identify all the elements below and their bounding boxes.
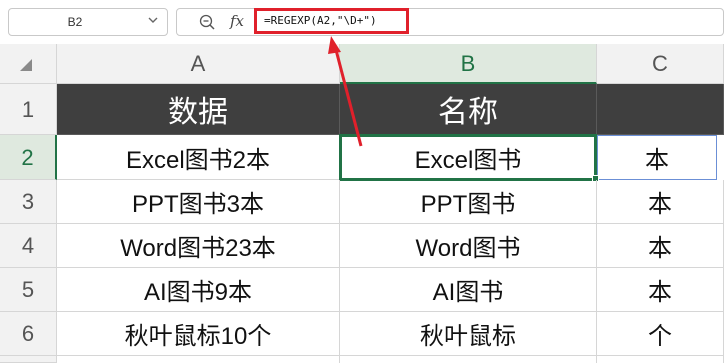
cell-b6[interactable]: 秋叶鼠标: [340, 312, 597, 356]
header-cell-c1[interactable]: [597, 84, 724, 135]
cell-c7[interactable]: [597, 356, 724, 363]
zoom-icon[interactable]: [198, 13, 216, 31]
cell-a3[interactable]: PPT图书3本: [57, 180, 340, 224]
cell-a4[interactable]: Word图书23本: [57, 224, 340, 268]
cell-c6[interactable]: 个: [597, 312, 724, 356]
cell-a5[interactable]: AI图书9本: [57, 268, 340, 312]
row-header-5[interactable]: 5: [0, 268, 57, 312]
cell-b5[interactable]: AI图书: [340, 268, 597, 312]
select-all-icon: [20, 59, 32, 71]
row-header-4[interactable]: 4: [0, 224, 57, 268]
row-header-7[interactable]: [0, 356, 57, 363]
cell-a6[interactable]: 秋叶鼠标10个: [57, 312, 340, 356]
cell-c3[interactable]: 本: [597, 180, 724, 224]
cell-a7[interactable]: [57, 356, 340, 363]
header-cell-a1[interactable]: 数据: [57, 84, 340, 135]
cell-b3[interactable]: PPT图书: [340, 180, 597, 224]
name-box-value: B2: [67, 15, 83, 29]
row-header-6[interactable]: 6: [0, 312, 57, 356]
cell-b4[interactable]: Word图书: [340, 224, 597, 268]
row-header-1[interactable]: 1: [0, 84, 57, 135]
column-header-c[interactable]: C: [597, 44, 724, 84]
cell-c2[interactable]: 本: [597, 135, 717, 180]
cell-b7[interactable]: [340, 356, 597, 363]
chevron-down-icon[interactable]: [146, 13, 160, 27]
cell-c4[interactable]: 本: [597, 224, 724, 268]
cell-b2-selected[interactable]: Excel图书: [339, 134, 597, 181]
cell-a2[interactable]: Excel图书2本: [57, 135, 340, 180]
header-cell-b1[interactable]: 名称: [340, 84, 597, 135]
cell-c5[interactable]: 本: [597, 268, 724, 312]
column-header-a[interactable]: A: [57, 44, 340, 84]
row-header-3[interactable]: 3: [0, 180, 57, 224]
column-header-b[interactable]: B: [340, 44, 597, 84]
fx-icon[interactable]: fx: [230, 10, 252, 32]
formula-input[interactable]: =REGEXP(A2,"\D+"): [264, 12, 404, 30]
row-header-2[interactable]: 2: [0, 135, 57, 180]
